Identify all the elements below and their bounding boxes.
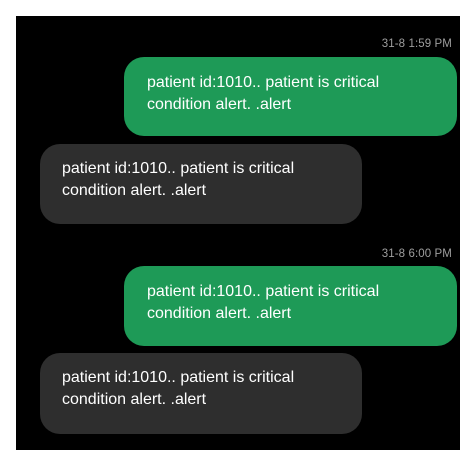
message-timestamp: 31-8 1:59 PM: [381, 38, 452, 50]
incoming-message-bubble[interactable]: patient id:1010.. patient is critical co…: [40, 353, 362, 434]
outgoing-message-bubble[interactable]: patient id:1010.. patient is critical co…: [124, 266, 457, 346]
incoming-message-bubble[interactable]: patient id:1010.. patient is critical co…: [40, 144, 362, 224]
message-timestamp: 31-8 6:00 PM: [381, 248, 452, 260]
conversation-view: 31-8 1:59 PM patient id:1010.. patient i…: [16, 16, 460, 450]
outgoing-message-bubble[interactable]: patient id:1010.. patient is critical co…: [124, 57, 457, 136]
